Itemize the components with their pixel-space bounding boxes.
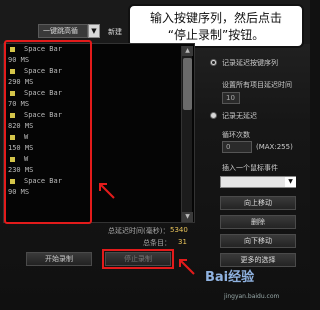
loop-count-input[interactable]: 0: [222, 141, 252, 153]
sequence-list-highlight: [4, 40, 92, 224]
delete-button[interactable]: 删除: [220, 215, 296, 229]
baidu-watermark-logo: Bai经验: [205, 270, 255, 285]
more-options-button[interactable]: 更多的选择: [220, 253, 296, 267]
red-arrow-icon: [99, 183, 115, 199]
callout-line-1: 输入按键序列，然后点击: [149, 11, 282, 25]
chevron-down-icon[interactable]: ▼: [88, 24, 100, 38]
scroll-up-arrow-icon[interactable]: ▲: [182, 46, 193, 56]
new-macro-button[interactable]: 新建: [108, 27, 122, 37]
total-items-label: 总条目：: [143, 239, 171, 247]
set-all-delay-input[interactable]: 10: [222, 92, 240, 104]
macro-editor-window: 一键跳高循 ▼ 新建 输入按键序列，然后点击 “停止录制”按钮。 Space B…: [0, 0, 310, 310]
instruction-callout: 输入按键序列，然后点击 “停止录制”按钮。: [128, 4, 304, 48]
chevron-down-icon[interactable]: ▼: [285, 177, 296, 187]
macro-mode-select[interactable]: 一键跳高循: [38, 24, 88, 38]
no-delay-radio[interactable]: [210, 112, 217, 119]
set-all-delay-label: 设置所有项目延迟时间: [222, 81, 292, 89]
scroll-thumb[interactable]: [183, 58, 192, 110]
move-up-button[interactable]: 向上移动: [220, 196, 296, 210]
insert-mouse-label: 插入一个鼠标事件: [222, 164, 278, 172]
loop-count-max: (MAX:255): [256, 143, 293, 151]
no-delay-label: 记录无延迟: [222, 112, 257, 120]
record-delay-radio[interactable]: [210, 59, 217, 66]
total-delay-label: 总延迟时间(毫秒)：: [108, 227, 170, 235]
total-items-value: 31: [178, 238, 187, 246]
move-down-button[interactable]: 向下移动: [220, 234, 296, 248]
mouse-event-dropdown[interactable]: ▼: [220, 176, 296, 188]
total-delay-value: 5340: [170, 226, 188, 234]
watermark-url: jingyan.baidu.com: [224, 293, 280, 300]
start-record-button[interactable]: 开始录制: [26, 252, 92, 266]
callout-line-2: “停止录制”按钮。: [167, 28, 265, 42]
loop-count-label: 循环次数: [222, 131, 250, 139]
sequence-scrollbar[interactable]: ▲ ▼: [181, 46, 193, 222]
red-arrow-icon: [179, 259, 195, 275]
scroll-down-arrow-icon[interactable]: ▼: [182, 212, 193, 222]
stop-record-highlight: [102, 249, 174, 269]
record-delay-label: 记录延迟按键序列: [222, 59, 278, 67]
